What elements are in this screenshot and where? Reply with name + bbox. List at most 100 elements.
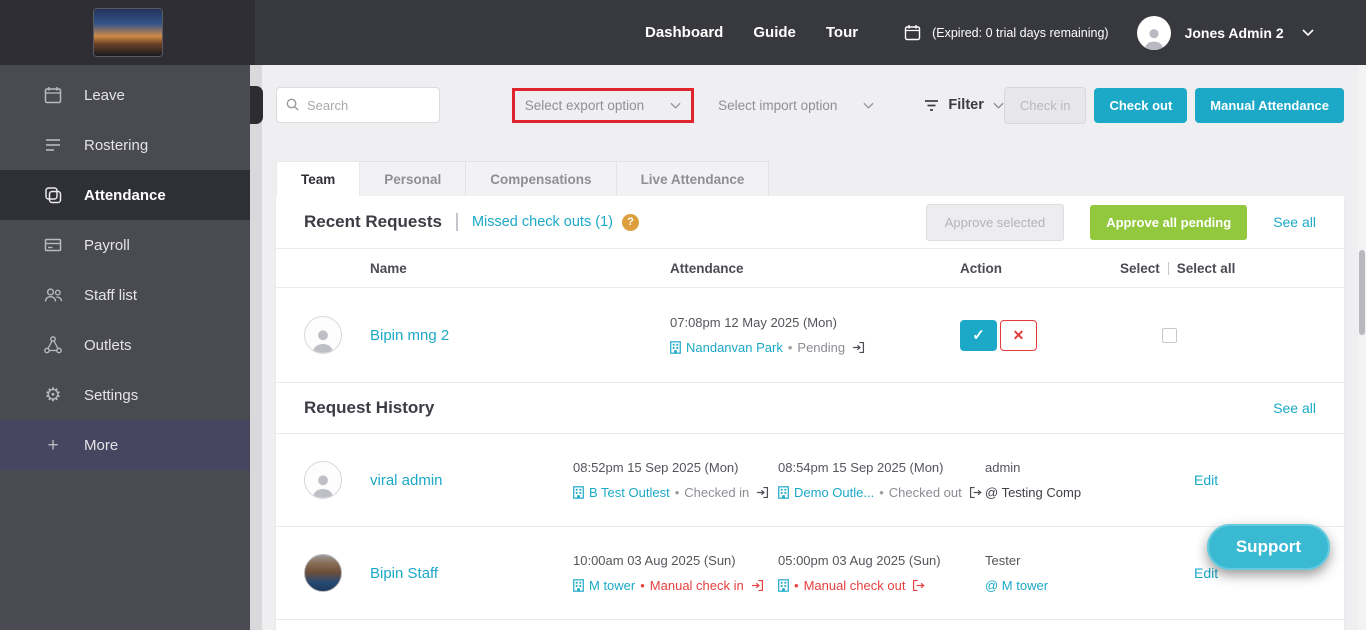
- divider: [1168, 262, 1169, 275]
- avatar: [304, 316, 342, 354]
- company-logo[interactable]: [94, 9, 162, 56]
- building-icon: [573, 486, 584, 499]
- user-avatar: [1137, 16, 1171, 50]
- avatar-cell: [304, 461, 370, 499]
- import-option-label: Select import option: [718, 98, 837, 113]
- row-checkbox[interactable]: [1162, 328, 1177, 343]
- manual-attendance-button[interactable]: Manual Attendance: [1195, 88, 1344, 123]
- status-dot: •: [640, 578, 645, 593]
- select-label: Select: [1120, 261, 1160, 276]
- action-cell: ✓ ✕: [960, 320, 1120, 351]
- edit-link[interactable]: Edit: [1194, 565, 1218, 581]
- export-option-label: Select export option: [525, 98, 644, 113]
- nav-tour[interactable]: Tour: [826, 24, 858, 41]
- check-icon: ✓: [972, 327, 985, 344]
- outlet-link[interactable]: B Test Outlest: [589, 485, 670, 500]
- sidebar-item-outlets[interactable]: Outlets: [0, 320, 250, 370]
- annotation-highlight-box: Select export option: [512, 88, 694, 123]
- status-text: Manual check in: [650, 578, 744, 593]
- actor-location-link[interactable]: @ M tower: [985, 578, 1048, 593]
- avatar-cell: [304, 316, 370, 354]
- employee-name-link[interactable]: viral admin: [370, 472, 443, 489]
- tab-live-attendance[interactable]: Live Attendance: [617, 161, 770, 196]
- attendance-time: 07:08pm 12 May 2025 (Mon): [670, 315, 960, 330]
- tab-team[interactable]: Team: [276, 161, 360, 196]
- page-scrollbar[interactable]: [1358, 65, 1366, 630]
- tab-personal[interactable]: Personal: [360, 161, 466, 196]
- topbar: Dashboard Guide Tour (Expired: 0 trial d…: [0, 0, 1366, 65]
- approve-button[interactable]: ✓: [960, 320, 997, 351]
- plus-icon: +: [42, 434, 64, 456]
- nav-guide[interactable]: Guide: [753, 24, 796, 41]
- staff-list-icon: [42, 284, 64, 306]
- import-option-select[interactable]: Select import option: [708, 88, 884, 123]
- table-header: Name Attendance Action Select Select all: [304, 249, 1316, 287]
- check-in-cell: 10:00am 03 Aug 2025 (Sun) M tower • Manu…: [573, 553, 778, 593]
- action-buttons: ✓ ✕: [960, 320, 1120, 351]
- sidebar-item-more[interactable]: + More: [0, 420, 250, 470]
- outlet-link[interactable]: Demo Outle...: [794, 485, 874, 500]
- rostering-list-icon: [42, 134, 64, 156]
- actor-name: admin: [985, 460, 1154, 475]
- filter-icon: [924, 99, 939, 112]
- sidebar-item-rostering[interactable]: Rostering: [0, 120, 250, 170]
- check-in-cell: 08:52pm 15 Sep 2025 (Mon) B Test Outlest…: [573, 460, 778, 500]
- filter-control[interactable]: Filter: [924, 97, 1003, 113]
- approve-all-pending-button[interactable]: Approve all pending: [1090, 205, 1247, 240]
- nav-dashboard[interactable]: Dashboard: [645, 24, 723, 41]
- user-name: Jones Admin 2: [1185, 25, 1284, 41]
- main-content: Select export option Select import optio…: [262, 65, 1358, 630]
- see-all-link[interactable]: See all: [1273, 400, 1316, 416]
- divider: [276, 619, 1344, 620]
- sidebar-item-staff-list[interactable]: Staff list: [0, 270, 250, 320]
- name-cell: Bipin Staff: [370, 565, 573, 582]
- support-button[interactable]: Support: [1207, 524, 1330, 570]
- select-all-link[interactable]: Select all: [1177, 261, 1236, 276]
- see-all-link[interactable]: See all: [1273, 214, 1316, 230]
- search-icon: [285, 97, 300, 112]
- search-input[interactable]: [276, 87, 440, 123]
- chevron-down-icon: [863, 102, 874, 109]
- gear-icon: ⚙: [42, 384, 64, 406]
- table-row: viral admin 08:52pm 15 Sep 2025 (Mon) B …: [304, 434, 1316, 526]
- name-cell: Bipin mng 2: [370, 327, 670, 344]
- scrollbar-thumb[interactable]: [1359, 250, 1365, 335]
- edit-link[interactable]: Edit: [1194, 472, 1218, 488]
- search-box: [276, 87, 440, 123]
- trial-text: (Expired: 0 trial days remaining): [932, 26, 1108, 40]
- attendance-card: Recent Requests Missed check outs (1) ? …: [276, 196, 1344, 630]
- sidebar-item-attendance[interactable]: Attendance: [0, 170, 250, 220]
- outlet-link[interactable]: Nandanvan Park: [686, 340, 783, 355]
- sidebar-item-payroll[interactable]: Payroll: [0, 220, 250, 270]
- check-out-button[interactable]: Check out: [1094, 88, 1187, 123]
- sidebar-item-label: Attendance: [84, 187, 166, 204]
- building-icon: [573, 579, 584, 592]
- check-in-button[interactable]: Check in: [1004, 87, 1087, 124]
- sidebar-item-leave[interactable]: Leave: [0, 70, 250, 120]
- tab-compensations[interactable]: Compensations: [466, 161, 616, 196]
- filter-label: Filter: [948, 97, 983, 113]
- help-icon[interactable]: ?: [622, 214, 639, 231]
- column-action: Action: [960, 261, 1120, 276]
- sidebar: Leave Rostering Attendance Payroll Staff…: [0, 65, 250, 630]
- reject-button[interactable]: ✕: [1000, 320, 1037, 351]
- table-row: Bipin Staff 10:00am 03 Aug 2025 (Sun) M …: [304, 527, 1316, 619]
- sidebar-item-settings[interactable]: ⚙ Settings: [0, 370, 250, 420]
- export-option-select[interactable]: Select export option: [525, 98, 681, 113]
- avatar-cell: [304, 554, 370, 592]
- status-text: Manual check out: [804, 578, 906, 593]
- outlet-link[interactable]: M tower: [589, 578, 635, 593]
- payroll-icon: [42, 234, 64, 256]
- recent-requests-header: Recent Requests Missed check outs (1) ? …: [304, 196, 1316, 248]
- status-dot: •: [788, 340, 793, 355]
- building-icon: [670, 341, 681, 354]
- employee-name-link[interactable]: Bipin Staff: [370, 565, 438, 582]
- sidebar-collapse-handle[interactable]: [250, 86, 263, 124]
- approve-selected-button[interactable]: Approve selected: [926, 204, 1064, 241]
- sidebar-item-label: Staff list: [84, 287, 137, 304]
- missed-checkouts-link[interactable]: Missed check outs (1): [472, 214, 613, 230]
- column-name: Name: [370, 261, 670, 276]
- check-out-cell: 05:00pm 03 Aug 2025 (Sun) • Manual check…: [778, 553, 985, 593]
- user-menu[interactable]: Jones Admin 2: [1137, 16, 1314, 50]
- employee-name-link[interactable]: Bipin mng 2: [370, 327, 449, 344]
